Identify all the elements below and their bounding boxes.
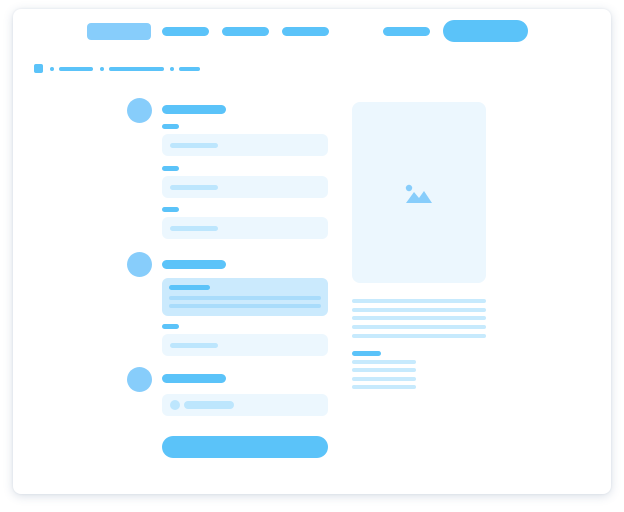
- step-2-marker: [127, 252, 152, 277]
- spec-line: [352, 377, 416, 381]
- field-3-placeholder: [170, 226, 218, 231]
- step-1-marker: [127, 98, 152, 123]
- option-line: [169, 304, 321, 308]
- description-line: [352, 308, 486, 312]
- option-title: [169, 285, 210, 290]
- checkbox-label: [184, 401, 234, 409]
- breadcrumb-separator: [170, 67, 174, 71]
- field-2-label: [162, 166, 179, 171]
- product-image: [352, 102, 486, 283]
- home-square-icon[interactable]: [34, 64, 43, 73]
- description-line: [352, 316, 486, 320]
- option-line: [169, 296, 321, 300]
- field-4-input[interactable]: [162, 334, 328, 356]
- spec-line: [352, 385, 416, 389]
- description-line: [352, 325, 486, 329]
- step-2-title: [162, 260, 226, 269]
- nav-item-1[interactable]: [162, 27, 209, 36]
- field-2-placeholder: [170, 185, 218, 190]
- cta-button[interactable]: [443, 20, 528, 42]
- description-line: [352, 334, 486, 338]
- spec-line: [352, 368, 416, 372]
- field-2-input[interactable]: [162, 176, 328, 198]
- product-image-icon-name: image-placeholder-icon: [0, 0, 1, 1]
- field-1-label: [162, 124, 179, 129]
- field-3-input[interactable]: [162, 217, 328, 239]
- field-3-label: [162, 207, 179, 212]
- step-3-marker: [127, 367, 152, 392]
- breadcrumb-separator: [50, 67, 54, 71]
- nav-item-3[interactable]: [282, 27, 329, 36]
- breadcrumb-item-3[interactable]: [179, 67, 200, 71]
- checkbox-row[interactable]: [162, 394, 328, 416]
- page-card: [13, 9, 611, 494]
- step-3-title: [162, 374, 226, 383]
- product-description: [352, 299, 486, 339]
- field-4-label: [162, 324, 179, 329]
- breadcrumb: [34, 64, 204, 73]
- breadcrumb-item-1[interactable]: [59, 67, 93, 71]
- step-1-title: [162, 105, 226, 114]
- field-4-placeholder: [170, 343, 218, 348]
- checkbox-icon[interactable]: [170, 400, 180, 410]
- cta-icon-name: button-placeholder: [0, 0, 1, 1]
- breadcrumb-item-2[interactable]: [109, 67, 164, 71]
- breadcrumb-separator: [100, 67, 104, 71]
- account-link[interactable]: [383, 27, 430, 36]
- logo[interactable]: [87, 23, 151, 40]
- description-line: [352, 299, 486, 303]
- breadcrumb-home-icon-name: home-square-icon: [0, 0, 1, 1]
- field-1-placeholder: [170, 143, 218, 148]
- field-1-input[interactable]: [162, 134, 328, 156]
- selected-option-card[interactable]: [162, 278, 328, 316]
- nav-item-2[interactable]: [222, 27, 269, 36]
- specs-list: [352, 360, 416, 390]
- submit-button[interactable]: [162, 436, 328, 458]
- spec-line: [352, 360, 416, 364]
- specs-title: [352, 351, 381, 356]
- logo-icon-name: logo-placeholder: [0, 0, 1, 1]
- image-placeholder-icon: [405, 184, 432, 203]
